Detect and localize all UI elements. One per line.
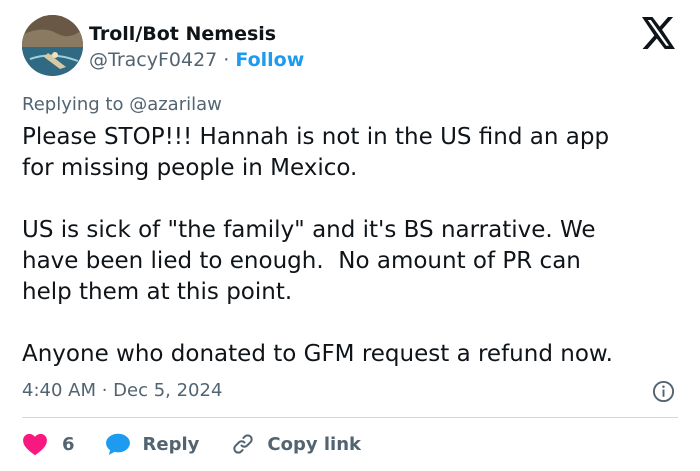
heart-icon	[23, 433, 47, 456]
copy-link-label: Copy link	[267, 433, 361, 455]
follow-button[interactable]: Follow	[235, 49, 304, 71]
timestamp[interactable]: 4:40 AM · Dec 5, 2024	[22, 380, 222, 401]
author-handle-row: @TracyF0427 · Follow	[89, 49, 304, 71]
avatar[interactable]	[22, 15, 83, 76]
action-bar: 6 Reply Copy link	[22, 428, 361, 460]
like-count: 6	[62, 433, 75, 455]
handle-separator: ·	[223, 49, 230, 71]
tweet-line: Anyone who donated to GFM request a refu…	[22, 341, 613, 367]
tweet-line: for missing people in Mexico.	[22, 155, 358, 181]
divider	[22, 417, 678, 418]
reply-context[interactable]: Replying to @azarilaw	[22, 94, 222, 115]
copy-link-button[interactable]: Copy link	[231, 432, 361, 456]
info-icon[interactable]	[652, 380, 675, 403]
tweet-line: help them at this point.	[22, 279, 293, 305]
reply-button[interactable]: Reply	[105, 432, 200, 456]
x-logo-icon[interactable]	[641, 17, 677, 49]
like-button[interactable]: 6	[22, 432, 75, 456]
tweet-line: US is sick of "the family" and it's BS n…	[22, 217, 596, 243]
author-name[interactable]: Troll/Bot Nemesis	[89, 23, 276, 45]
reply-label: Reply	[142, 433, 200, 455]
link-icon	[233, 434, 254, 454]
tweet-line: Please STOP!!! Hannah is not in the US f…	[22, 124, 610, 150]
author-handle[interactable]: @TracyF0427	[89, 49, 217, 71]
tweet-line-blank	[22, 308, 692, 339]
tweet-line: have been lied to enough. No amount of P…	[22, 248, 581, 274]
avatar-photo-icon	[22, 15, 83, 76]
tweet-text: Please STOP!!! Hannah is not in the US f…	[22, 122, 692, 370]
speech-bubble-icon	[105, 433, 130, 455]
tweet-line-blank	[22, 184, 692, 215]
